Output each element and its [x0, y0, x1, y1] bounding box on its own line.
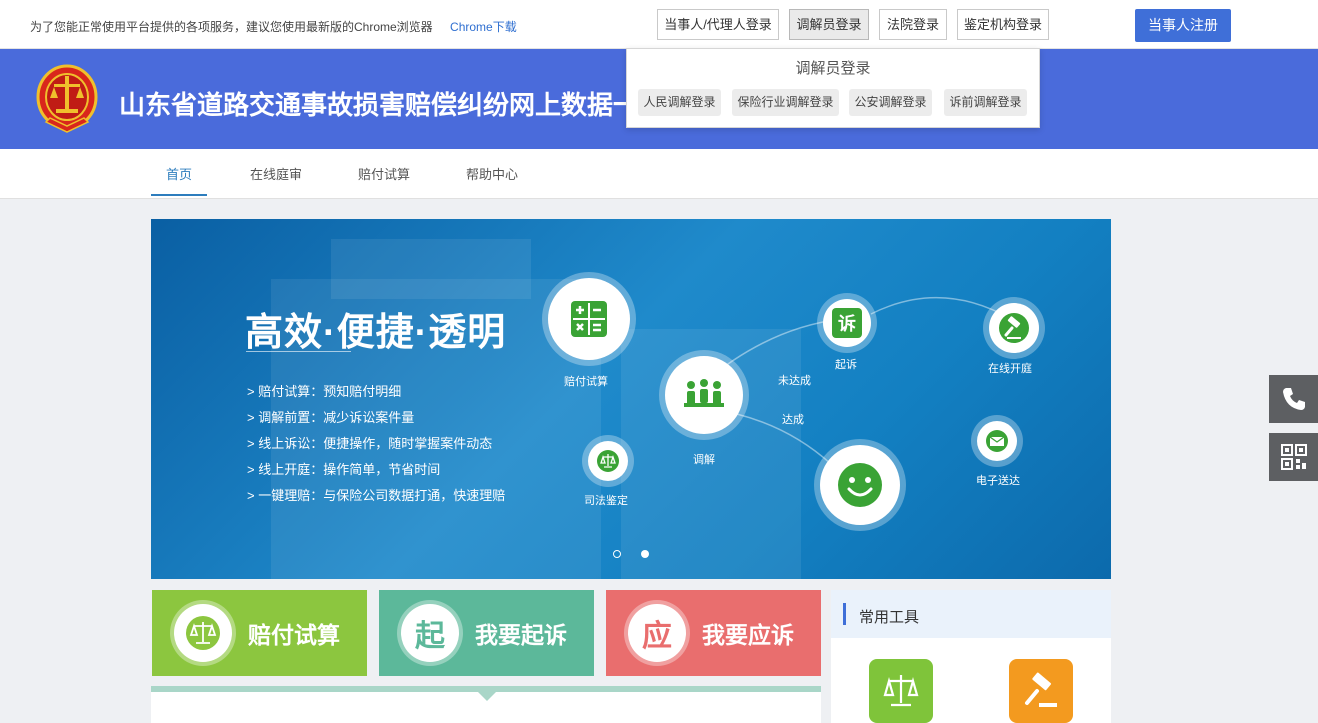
mediator-login-button[interactable]: 调解员登录 — [789, 9, 869, 40]
tools-title: 常用工具 — [859, 609, 920, 626]
tile-label: 赔付试算 — [248, 622, 340, 648]
flow-label-reached: 达成 — [782, 414, 804, 426]
carousel-dot-1[interactable] — [613, 550, 621, 558]
flow-node-sue: 诉 — [823, 299, 871, 347]
flow-label-judicial: 司法鉴定 — [584, 495, 628, 507]
tools-header-accent — [843, 603, 846, 625]
nav-item-online-trial[interactable]: 在线庭审 — [250, 164, 302, 183]
party-agent-login-button[interactable]: 当事人/代理人登录 — [657, 9, 779, 40]
qrcode-icon — [1280, 444, 1307, 470]
nav-item-help-center[interactable]: 帮助中心 — [466, 164, 518, 183]
appraisal-login-button[interactable]: 鉴定机构登录 — [957, 9, 1049, 40]
calculator-icon — [571, 301, 607, 337]
sue-glyph-icon: 起 — [401, 604, 459, 662]
scales-icon — [597, 450, 619, 472]
flow-node-calc — [548, 278, 630, 360]
feature-item: > 赔付试算：预知赔付明细 — [247, 384, 402, 399]
people-mediation-login-option[interactable]: 人民调解登录 — [638, 89, 721, 116]
site-title: 山东省道路交通事故损害赔偿纠纷网上数据一体化处理平台 — [119, 90, 629, 120]
flow-node-online-court — [989, 303, 1039, 353]
court-emblem-icon — [36, 64, 98, 133]
banner-slogan: 高效·便捷·透明 — [245, 312, 507, 354]
tool-scales-icon[interactable] — [869, 659, 933, 723]
flow-node-mediation — [665, 356, 743, 434]
tile-label: 我要应诉 — [702, 622, 794, 648]
respond-glyph-icon: 应 — [628, 604, 686, 662]
carousel-dot-2-active[interactable] — [641, 550, 649, 558]
flow-label-calc: 赔付试算 — [564, 376, 608, 388]
feature-item: > 线上开庭：操作简单，节省时间 — [247, 462, 441, 477]
tools-header: 常用工具 — [831, 590, 1111, 638]
court-login-button[interactable]: 法院登录 — [879, 9, 947, 40]
flow-label-e-delivery: 电子送达 — [976, 475, 1020, 487]
hero-banner: 高效·便捷·透明 > 赔付试算：预知赔付明细 > 调解前置：减少诉讼案件量 > … — [151, 219, 1111, 579]
flow-label-not-reached: 未达成 — [778, 375, 811, 387]
tool-gavel-icon[interactable] — [1009, 659, 1073, 723]
chrome-download-link[interactable]: Chrome下载 — [450, 20, 517, 34]
mail-icon — [986, 430, 1008, 452]
phone-icon — [1282, 388, 1305, 410]
feature-item: > 一键理赔：与保险公司数据打通，快速理赔 — [247, 488, 506, 503]
feature-item: > 线上诉讼：便捷操作，随时掌握案件动态 — [247, 436, 493, 451]
team-icon — [684, 379, 724, 407]
section-notch — [478, 692, 496, 701]
feature-item: > 调解前置：减少诉讼案件量 — [247, 410, 415, 425]
browser-notice: 为了您能正常使用平台提供的各项服务，建议您使用最新版的Chrome浏览器 Chr… — [30, 18, 517, 35]
gavel-icon — [999, 313, 1029, 343]
party-register-button[interactable]: 当事人注册 — [1135, 9, 1231, 42]
top-bar: 为了您能正常使用平台提供的各项服务，建议您使用最新版的Chrome浏览器 Chr… — [0, 0, 1318, 49]
police-mediation-login-option[interactable]: 公安调解登录 — [849, 89, 932, 116]
tile-respond-lawsuit[interactable]: 应 我要应诉 — [606, 590, 821, 676]
flow-label-online-court: 在线开庭 — [988, 363, 1032, 375]
nav-item-compensation-calc[interactable]: 赔付试算 — [358, 164, 410, 183]
sue-icon: 诉 — [832, 308, 862, 338]
tile-label: 我要起诉 — [475, 622, 567, 648]
mediator-login-dropdown: 调解员登录 人民调解登录 保险行业调解登录 公安调解登录 诉前调解登录 — [626, 48, 1040, 128]
flow-node-e-delivery — [977, 421, 1017, 461]
nav-item-home[interactable]: 首页 — [166, 164, 192, 183]
phone-contact-button[interactable] — [1269, 375, 1318, 423]
smile-icon — [838, 463, 882, 507]
flow-label-mediation: 调解 — [693, 454, 715, 466]
tile-compensation-calc[interactable]: 赔付试算 — [152, 590, 367, 676]
dropdown-title: 调解员登录 — [795, 60, 871, 77]
qrcode-button[interactable] — [1269, 433, 1318, 481]
insurance-mediation-login-option[interactable]: 保险行业调解登录 — [732, 89, 839, 116]
flow-node-judicial — [588, 441, 628, 481]
feature-list: > 赔付试算：预知赔付明细 > 调解前置：减少诉讼案件量 > 线上诉讼：便捷操作… — [247, 379, 505, 509]
main-nav: 首页 在线庭审 赔付试算 帮助中心 — [0, 149, 1318, 199]
slogan-divider — [246, 351, 351, 352]
tile-file-lawsuit[interactable]: 起 我要起诉 — [379, 590, 594, 676]
flow-label-sue: 起诉 — [835, 359, 857, 371]
flow-node-reached — [820, 445, 900, 525]
scales-icon — [174, 604, 232, 662]
nav-active-indicator — [151, 194, 207, 196]
browser-notice-text: 为了您能正常使用平台提供的各项服务，建议您使用最新版的Chrome浏览器 — [30, 20, 433, 34]
pre-litigation-mediation-login-option[interactable]: 诉前调解登录 — [944, 89, 1027, 116]
common-tools-panel: 常用工具 — [831, 590, 1111, 723]
